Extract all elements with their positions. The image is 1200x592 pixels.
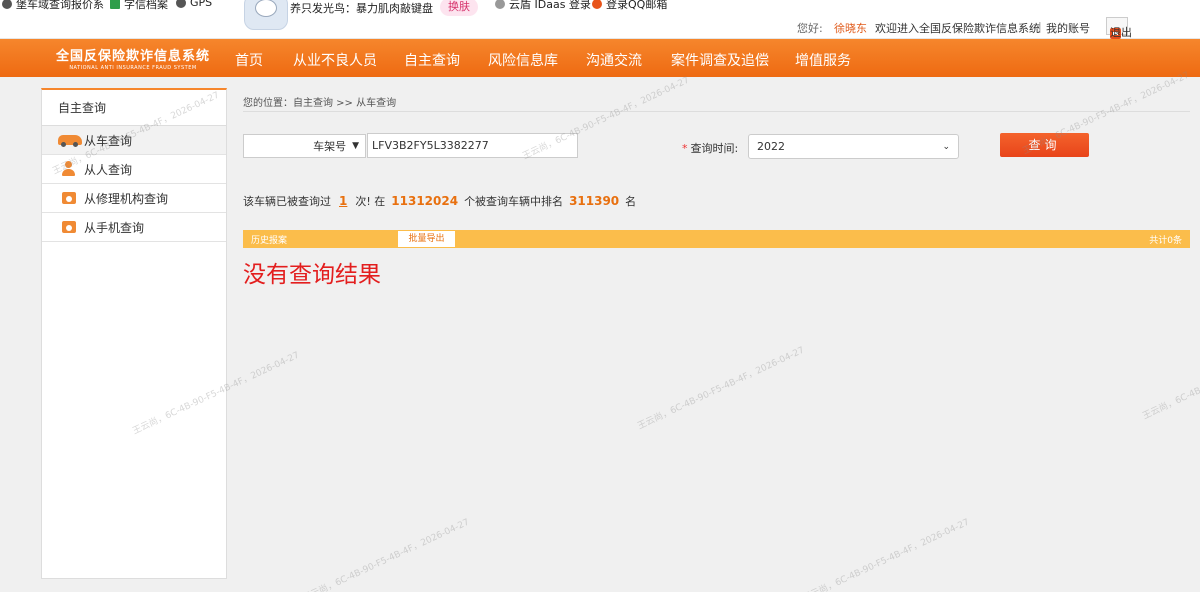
history-bar: 历史报案 批量导出 共计0条 [243, 230, 1190, 248]
skin-button[interactable]: 换肤 [440, 0, 478, 16]
query-type-select[interactable]: 车架号 ▼ [243, 134, 366, 158]
total-vehicles: 11312024 [391, 194, 459, 208]
sidebar-item-label: 从人查询 [84, 162, 133, 177]
chevron-down-icon: ⌄ [942, 141, 950, 152]
popup-avatar [244, 0, 288, 30]
sidebar-item-person-query[interactable]: 从人查询 [42, 155, 226, 184]
nav-case-investigation[interactable]: 案件调查及追偿 [671, 50, 769, 70]
my-account-link[interactable]: 我的账号 [1046, 20, 1090, 36]
logout-button[interactable]: 退出 [1106, 17, 1132, 39]
globe-icon [176, 0, 186, 8]
welcome-text: 欢迎进入全国反保险欺诈信息系统 [875, 22, 1040, 35]
system-logo[interactable]: 全国反保险欺诈信息系统 NATIONAL ANTI INSURANCE FRAU… [48, 45, 218, 73]
sidebar-item-repair-query[interactable]: 从修理机构查询 [42, 184, 226, 213]
query-times: 1 [339, 194, 348, 208]
nav-risk-database[interactable]: 风险信息库 [488, 50, 558, 70]
nav-self-query[interactable]: 自主查询 [404, 50, 460, 70]
bookmark-item[interactable]: 登录QQ邮箱 [592, 0, 667, 12]
history-label: 历史报案 [251, 236, 288, 246]
user-bar: 您好: 徐晓东 欢迎进入全国反保险欺诈信息系统 | 我的账号 退出 [0, 14, 1200, 39]
main-nav: 全国反保险欺诈信息系统 NATIONAL ANTI INSURANCE FRAU… [0, 39, 1200, 77]
sidebar-item-label: 从手机查询 [84, 220, 145, 235]
person-icon [62, 161, 76, 176]
chevron-down-icon: ▼ [352, 141, 359, 151]
query-type-value: 车架号 [313, 140, 347, 153]
sidebar-title: 自主查询 [42, 90, 226, 126]
year-value: 2022 [757, 140, 785, 153]
required-mark: * [682, 142, 688, 155]
nav-value-added[interactable]: 增值服务 [795, 50, 851, 70]
globe-icon [2, 0, 12, 9]
repair-icon [62, 192, 76, 204]
year-select[interactable]: 2022 ⌄ [748, 134, 959, 159]
sidebar-item-label: 从修理机构查询 [84, 191, 169, 206]
bookmark-item[interactable]: GPS [176, 0, 212, 9]
nav-communication[interactable]: 沟通交流 [586, 50, 642, 70]
bookmark-item[interactable]: 字信档案 [110, 0, 168, 12]
vin-input[interactable] [367, 133, 578, 158]
mail-icon [592, 0, 602, 9]
nav-bad-practitioners[interactable]: 从业不良人员 [293, 50, 377, 70]
car-icon [58, 135, 82, 147]
history-total: 共计0条 [1149, 236, 1182, 246]
logo-subtitle: NATIONAL ANTI INSURANCE FRAUD SYSTEM [69, 65, 197, 71]
query-time-label: * 查询时间: [682, 142, 739, 155]
no-result-message: 没有查询结果 [243, 262, 381, 288]
batch-export-button[interactable]: 批量导出 [398, 231, 455, 247]
watermark: 王云尚，6C-4B-90-F5-4B-4F，2026-04-27 [301, 517, 472, 592]
sidebar-item-label: 从车查询 [84, 133, 133, 148]
greeting-text: 您好: [797, 22, 823, 35]
nav-home[interactable]: 首页 [235, 50, 263, 70]
bookmark-item[interactable]: 云盾 IDaas 登录 [495, 0, 591, 12]
divider [243, 111, 1190, 112]
globe-icon [495, 0, 505, 9]
breadcrumb: 您的位置：自主查询 >> 从车查询 [243, 98, 397, 109]
bookmark-icon [110, 0, 120, 9]
watermark: 王云尚，6C-4B-90-F5-4B-4F，2026-04-27 [801, 517, 972, 592]
bookmarks-bar: 堡车域查询报价系 字信档案 GPS 云盾 IDaas 登录 登录QQ邮箱 [0, 0, 1200, 14]
watermark: 王云尚，6C-4B-90-F5-4B-4F，2026-04-27 [1141, 335, 1200, 422]
sidebar: 自主查询 从车查询 从人查询 从修理机构查询 从手机查询 [41, 88, 227, 579]
watermark: 王云尚，6C-4B-90-F5-4B-4F，2026-04-27 [636, 345, 807, 432]
separator: | [1038, 20, 1042, 33]
username-link[interactable]: 徐晓东 [834, 20, 867, 36]
rank-number: 311390 [569, 194, 620, 208]
phone-icon [62, 221, 76, 233]
query-button[interactable]: 查询 [1000, 133, 1089, 157]
sidebar-item-vehicle-query[interactable]: 从车查询 [42, 126, 226, 155]
bookmark-item[interactable]: 堡车域查询报价系 [2, 0, 104, 12]
logo-title: 全国反保险欺诈信息系统 [55, 49, 210, 64]
popup-text: 养只发光鸟：暴力肌肉敲键盘 [290, 2, 433, 15]
query-count-summary: 该车辆已被查询过 1 次! 在 11312024 个被查询车辆中排名 31139… [243, 194, 637, 208]
sidebar-item-phone-query[interactable]: 从手机查询 [42, 213, 226, 242]
